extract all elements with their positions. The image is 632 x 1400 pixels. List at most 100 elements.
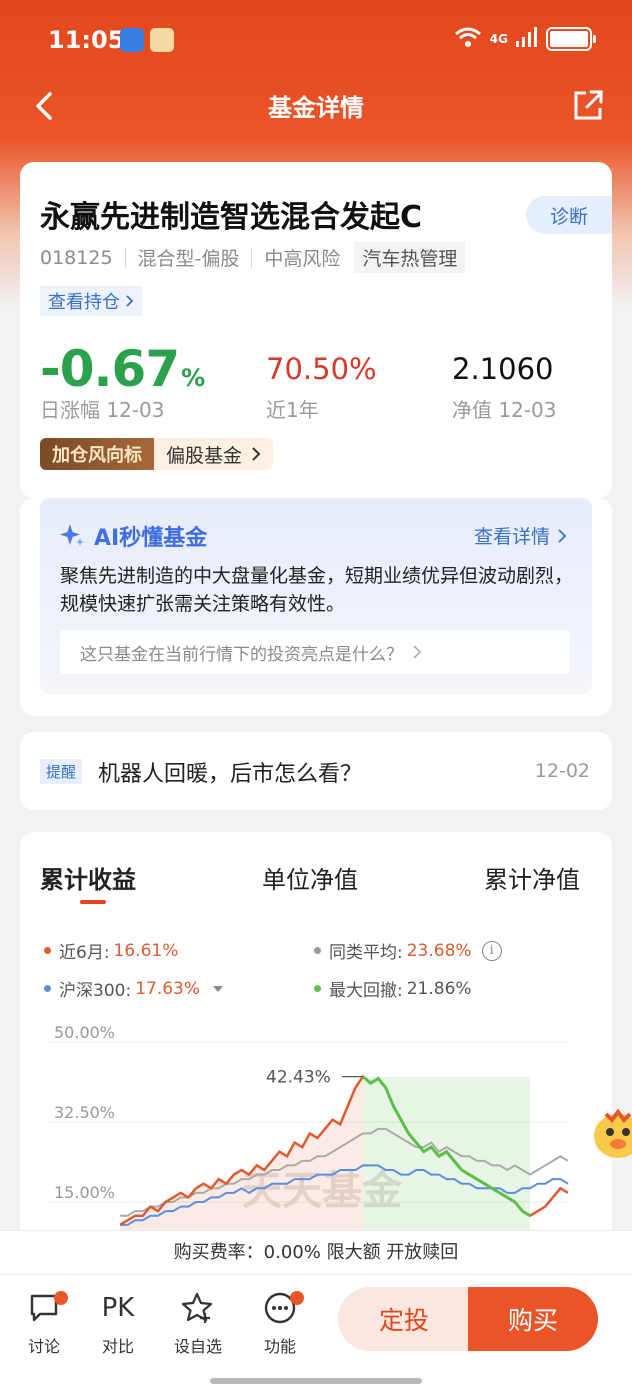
notification-badge xyxy=(54,1291,68,1305)
y-tick-label: 15.00% xyxy=(54,1183,115,1202)
fund-name: 永赢先进制造智选混合发起C xyxy=(40,200,423,235)
reminder-date: 12-02 xyxy=(534,760,590,782)
performance-card: 累计收益 单位净值 累计净值 近6月: 16.61% 同类平均: 23.68% i … xyxy=(20,832,612,1252)
notification-badge xyxy=(290,1291,304,1305)
discussion-button[interactable]: 讨论 xyxy=(14,1289,74,1357)
functions-button[interactable]: 功能 xyxy=(250,1289,310,1357)
fund-meta: 018125 混合型-偏股 中高风险 汽车热管理 xyxy=(40,242,466,273)
tab-cumulative-return[interactable]: 累计收益 xyxy=(40,860,136,895)
legend-fund-label: 近6月: xyxy=(59,943,110,963)
chevron-right-icon xyxy=(558,528,566,543)
star-plus-icon xyxy=(181,1292,213,1323)
caret-down-icon xyxy=(213,985,224,992)
daily-change-unit: % xyxy=(181,364,205,392)
buy-button[interactable]: 购买 xyxy=(468,1287,598,1351)
status-bar: 11:05 4G xyxy=(0,0,632,78)
daily-change-label: 日涨幅 12-03 xyxy=(40,398,165,422)
legend-index[interactable]: 沪深300: 17.63% xyxy=(44,976,224,1001)
theme-tag[interactable]: 汽车热管理 xyxy=(354,242,466,273)
reminder-text: 机器人回暖，后市怎么看？ xyxy=(98,762,363,787)
daily-change-value: -0.67% xyxy=(40,340,205,398)
legend-fund: 近6月: 16.61% xyxy=(44,938,178,963)
legend-drawdown-label: 最大回撤: xyxy=(329,981,403,1001)
wind-tag-text: 偏股基金 xyxy=(166,444,243,467)
page-title: 基金详情 xyxy=(268,94,364,122)
ai-title: AI秒懂基金 xyxy=(58,520,207,552)
legend-peer-value: 23.68% xyxy=(406,940,472,961)
legend-index-label: 沪深300: xyxy=(59,981,132,1001)
network-type-label: 4G xyxy=(489,32,508,46)
legend-dot xyxy=(44,947,51,954)
active-tab-indicator xyxy=(80,900,106,904)
ai-title-text: AI秒懂基金 xyxy=(94,526,208,551)
chevron-right-icon xyxy=(252,447,261,461)
legend-dot xyxy=(44,985,51,992)
sparkle-icon xyxy=(60,524,84,546)
y-tick-label: 32.50% xyxy=(54,1103,115,1122)
tab-unit-nav[interactable]: 单位净值 xyxy=(262,860,358,895)
daily-change-number: -0.67 xyxy=(40,340,180,398)
legend-fund-value: 16.61% xyxy=(113,940,179,961)
ai-question-text: 这只基金在当前行情下的投资亮点是什么？ xyxy=(80,644,403,665)
add-watchlist-button[interactable]: 设自选 xyxy=(168,1289,228,1357)
view-holdings-label: 查看持仓 xyxy=(48,292,120,313)
legend-index-value: 17.63% xyxy=(135,978,201,999)
view-holdings-link[interactable]: 查看持仓 xyxy=(40,286,142,316)
wind-tag-value: 偏股基金 xyxy=(154,438,274,470)
legend-drawdown-value: 21.86% xyxy=(406,978,472,999)
wifi-icon xyxy=(454,26,482,52)
ai-question-button[interactable]: 这只基金在当前行情下的投资亮点是什么？ xyxy=(60,630,570,674)
peak-annotation-label: 42.43% xyxy=(266,1068,331,1088)
mascot-icon[interactable] xyxy=(592,1104,632,1164)
chevron-right-icon xyxy=(413,645,421,659)
fund-risk: 中高风险 xyxy=(264,248,341,270)
legend-dot xyxy=(314,985,321,992)
divider xyxy=(251,247,253,268)
divider xyxy=(124,247,126,268)
drawdown-region xyxy=(362,1076,531,1232)
nav-label: 净值 12-03 xyxy=(452,398,557,422)
tab-cumulative-nav[interactable]: 累计净值 xyxy=(484,860,580,895)
auto-invest-button[interactable]: 定投 xyxy=(338,1287,470,1351)
wind-tag-badge: 加仓风向标 xyxy=(40,438,154,470)
y-tick-label: 50.00% xyxy=(54,1023,115,1042)
battery-icon xyxy=(546,27,596,51)
fee-info: 购买费率：0.00% 限大额 开放赎回 xyxy=(0,1230,632,1274)
discussion-label: 讨论 xyxy=(27,1337,60,1356)
legend-dot xyxy=(314,947,321,954)
auto-invest-label: 定投 xyxy=(378,1306,429,1335)
compare-button[interactable]: PK 对比 xyxy=(88,1289,148,1357)
ai-summary-card: AI秒懂基金 查看详情 聚焦先进制造的中大盘量化基金，短期业绩优异但波动剧烈，规… xyxy=(20,498,612,716)
share-icon[interactable] xyxy=(572,88,604,122)
add-watchlist-label: 设自选 xyxy=(173,1337,222,1356)
legend-drawdown: 最大回撤: 21.86% xyxy=(314,976,472,1001)
navigation-bar: 基金详情 xyxy=(0,78,632,134)
notification-app-icon xyxy=(150,28,174,52)
fee-label: 购买费率：0.00% 限大额 开放赎回 xyxy=(173,1242,459,1263)
year-return-value: 70.50% xyxy=(266,352,377,386)
diagnose-button[interactable]: 诊断 xyxy=(526,196,612,234)
pk-icon: PK xyxy=(101,1293,135,1323)
reminder-tag: 提醒 xyxy=(40,759,83,784)
return-chart[interactable]: 50.00%32.50%15.00%天天基金42.43% xyxy=(20,1022,612,1252)
compare-label: 对比 xyxy=(101,1337,134,1356)
home-indicator[interactable] xyxy=(210,1378,422,1384)
navigation-app-icon xyxy=(120,28,144,52)
buy-label: 购买 xyxy=(507,1306,558,1335)
functions-label: 功能 xyxy=(263,1337,296,1356)
legend-peer: 同类平均: 23.68% i xyxy=(314,938,502,963)
reminder-card[interactable]: 提醒 机器人回暖，后市怎么看？ 12-02 xyxy=(20,732,612,810)
status-time: 11:05 xyxy=(48,26,125,54)
wind-tag[interactable]: 加仓风向标 偏股基金 xyxy=(40,438,274,470)
ai-summary-box: AI秒懂基金 查看详情 聚焦先进制造的中大盘量化基金，短期业绩优异但波动剧烈，规… xyxy=(40,498,592,694)
info-icon[interactable]: i xyxy=(481,940,502,961)
year-return-label: 近1年 xyxy=(266,398,319,422)
nav-value: 2.1060 xyxy=(452,352,554,386)
fund-type: 混合型-偏股 xyxy=(137,248,240,270)
ai-description: 聚焦先进制造的中大盘量化基金，短期业绩优异但波动剧烈，规模快速扩张需关注策略有效… xyxy=(60,565,574,615)
fund-code: 018125 xyxy=(40,246,113,269)
legend-peer-label: 同类平均: xyxy=(329,943,403,963)
signal-icon xyxy=(516,27,538,51)
ai-more-link[interactable]: 查看详情 xyxy=(474,522,566,549)
chevron-right-icon xyxy=(126,295,134,307)
